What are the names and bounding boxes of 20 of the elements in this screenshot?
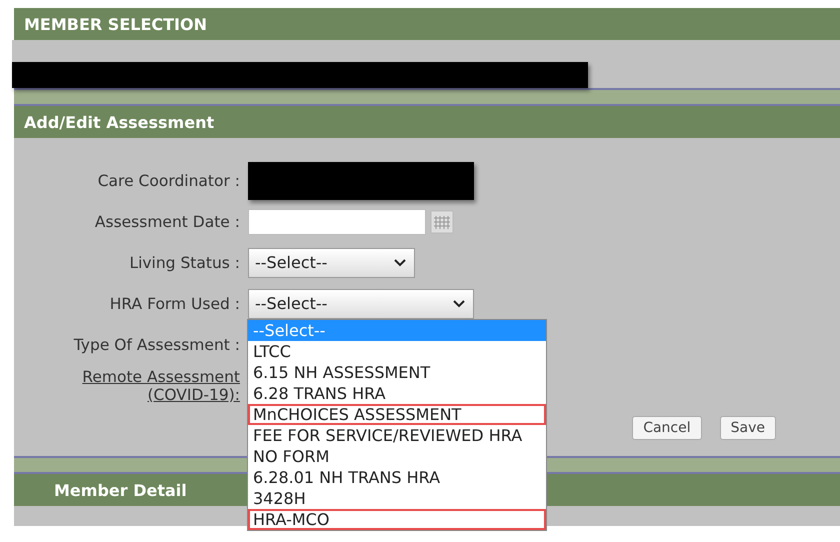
- date-field[interactable]: [248, 208, 426, 234]
- section-header: Add/Edit Assessment: [14, 106, 840, 138]
- select-field[interactable]: --Select--: [248, 288, 474, 318]
- remote-assessment-link[interactable]: (COVID-19):: [14, 386, 240, 404]
- chevron-icon: [394, 258, 406, 266]
- form-button[interactable]: Save: [720, 416, 776, 440]
- select-field[interactable]: --Select--: [248, 248, 415, 278]
- field-label: Assessment Date :: [94, 212, 240, 230]
- dropdown-option[interactable]: FEE FOR SERVICE/REVIEWED HRA: [248, 424, 546, 446]
- dropdown-option[interactable]: HRA-MCO: [248, 508, 546, 530]
- field-label: Living Status :: [128, 254, 240, 272]
- remote-assessment-link[interactable]: Remote Assessment: [14, 368, 240, 386]
- field-label: Care Coordinator :: [96, 172, 240, 190]
- field-label: Type Of Assessment :: [72, 336, 240, 354]
- field-label: HRA Form Used :: [108, 294, 240, 312]
- dropdown-option[interactable]: MnCHOICES ASSESSMENT: [248, 404, 546, 424]
- form-button[interactable]: Cancel: [632, 416, 702, 440]
- calendar-icon[interactable]: [430, 210, 454, 234]
- section-header: MEMBER SELECTION: [14, 8, 840, 40]
- chevron-icon: [453, 300, 465, 308]
